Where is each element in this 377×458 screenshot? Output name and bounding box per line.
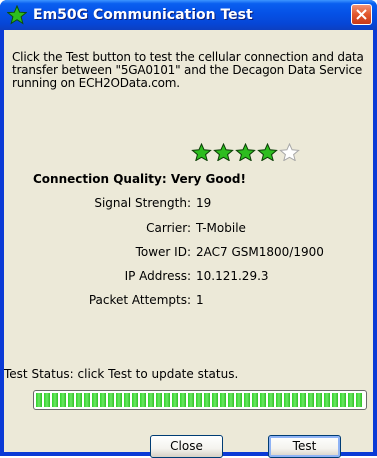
progress-fill	[36, 393, 364, 407]
window-title: Em50G Communication Test	[33, 7, 253, 23]
test-progress-bar	[33, 390, 367, 410]
ip-address-value: 10.121.29.3	[196, 269, 269, 283]
signal-strength-value: 19	[196, 196, 212, 210]
info-row-signal-strength: Signal Strength: 19	[4, 195, 373, 211]
connection-quality-value: Very Good!	[170, 172, 246, 186]
signal-strength-label: Signal Strength:	[94, 196, 191, 210]
star-empty-icon	[279, 143, 300, 161]
info-row-packet-attempts: Packet Attempts: 1	[4, 292, 373, 308]
tower-id-value: 2AC7 GSM1800/1900	[196, 245, 324, 259]
tower-id-label: Tower ID:	[135, 245, 191, 259]
dialog-body: Click the Test button to test the cellul…	[4, 30, 373, 458]
quality-rating	[191, 143, 300, 161]
test-button[interactable]: Test	[268, 435, 341, 458]
carrier-label: Carrier:	[146, 221, 191, 235]
info-row-ip-address: IP Address: 10.121.29.3	[4, 268, 373, 284]
star-filled-icon	[235, 143, 256, 161]
star-filled-icon	[257, 143, 278, 161]
dialog-window: Em50G Communication Test Click the Test …	[0, 0, 377, 458]
connection-quality-label: Connection Quality:	[33, 172, 167, 186]
intro-text: Click the Test button to test the cellul…	[12, 50, 364, 90]
ip-address-label: IP Address:	[124, 269, 191, 283]
packet-attempts-value: 1	[196, 293, 204, 307]
star-filled-icon	[213, 143, 234, 161]
carrier-value: T-Mobile	[196, 221, 246, 235]
green-star-icon	[7, 5, 27, 25]
close-icon	[356, 9, 367, 20]
connection-quality: Connection Quality: Very Good!	[33, 171, 246, 187]
star-filled-icon	[191, 143, 212, 161]
info-row-carrier: Carrier: T-Mobile	[4, 220, 373, 236]
info-row-tower-id: Tower ID: 2AC7 GSM1800/1900	[4, 244, 373, 260]
test-status-text: Test Status: click Test to update status…	[4, 367, 239, 381]
close-button[interactable]: Close	[150, 435, 223, 458]
title-bar[interactable]: Em50G Communication Test	[0, 0, 377, 30]
close-window-button[interactable]	[351, 4, 372, 25]
packet-attempts-label: Packet Attempts:	[88, 293, 191, 307]
